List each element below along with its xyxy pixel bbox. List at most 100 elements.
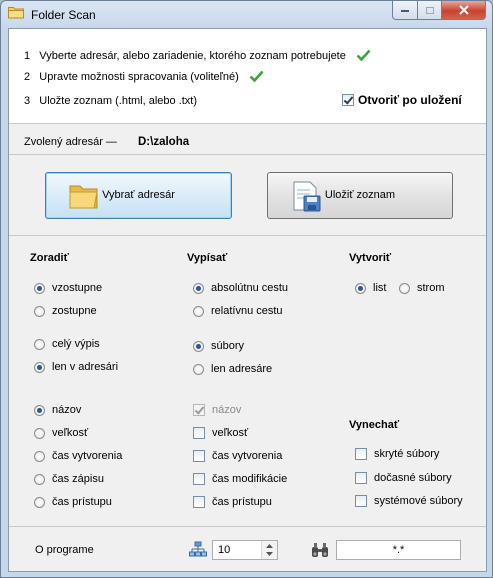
radio-button[interactable] (34, 282, 45, 294)
radio-ascending[interactable]: vzostupne (34, 282, 102, 294)
checkbox-label: názov (212, 404, 242, 416)
radio-label: list (373, 282, 387, 294)
checkbox-col-accessed[interactable]: čas prístupu (193, 496, 272, 508)
step-text: Uložte zoznam (.html, alebo .txt) (39, 95, 198, 107)
radio-relative-path[interactable]: relatívnu cestu (193, 305, 283, 317)
checkbox-col-name: názov (193, 404, 241, 416)
step-2: 2 Upravte možnosti spracovania (voliteľn… (24, 71, 239, 83)
checkbox[interactable] (193, 450, 205, 462)
radio-button[interactable] (34, 404, 45, 416)
checkbox-label: systémové súbory (374, 495, 463, 507)
step-text: Upravte možnosti spracovania (voliteľné) (39, 71, 239, 83)
selected-directory: Zvolený adresár — D:\zaloha (24, 136, 189, 148)
step-1: 1 Vyberte adresár, alebo zariadenie, kto… (24, 50, 346, 62)
step-number: 2 (24, 71, 31, 83)
radio-label: celý výpis (52, 338, 100, 350)
step-3: 3 Uložte zoznam (.html, alebo .txt) (24, 95, 197, 107)
radio-label: strom (417, 282, 445, 294)
checkbox-hidden-files[interactable]: skryté súbory (355, 448, 439, 460)
radio-only-directories[interactable]: len adresáre (193, 363, 272, 375)
checkbox[interactable] (355, 472, 367, 484)
radio-label: súbory (211, 340, 245, 352)
step-text: Vyberte adresár, alebo zariadenie, ktoré… (39, 50, 346, 62)
radio-sort-written[interactable]: čas zápisu (34, 473, 104, 485)
radio-full-listing[interactable]: celý výpis (34, 338, 100, 350)
radio-tree[interactable]: strom (399, 282, 445, 294)
radio-sort-accessed[interactable]: čas prístupu (34, 496, 112, 508)
radio-button[interactable] (34, 473, 45, 485)
app-window: Folder Scan 1 Vyberte adresár, alebo zar… (0, 0, 493, 578)
select-directory-button[interactable]: Vybrať adresár (45, 172, 232, 219)
directory-label: Zvolený adresár — (24, 136, 117, 148)
checkbox[interactable] (355, 495, 367, 507)
radio-descending[interactable]: zostupne (34, 305, 97, 317)
radio-sort-name[interactable]: názov (34, 404, 81, 416)
button-label: Vybrať adresár (102, 189, 175, 201)
radio-label: len v adresári (52, 361, 119, 373)
print-header: Vypísať (187, 252, 228, 264)
checkbox[interactable] (193, 427, 205, 439)
radio-button[interactable] (355, 282, 366, 294)
radio-button[interactable] (193, 282, 204, 294)
save-list-button[interactable]: Uložiť zoznam (267, 172, 453, 219)
checkbox-col-modified[interactable]: čas modifikácie (193, 473, 287, 485)
depth-spinner[interactable]: 10 (212, 540, 278, 560)
main-panel: 1 Vyberte adresár, alebo zariadenie, kto… (8, 28, 487, 572)
radio-label: len adresáre (211, 363, 273, 375)
chevron-up-icon[interactable] (266, 544, 273, 548)
checkbox[interactable] (355, 448, 367, 460)
close-button[interactable] (442, 1, 486, 20)
radio-label: vzostupne (52, 282, 103, 294)
step-number: 1 (24, 50, 31, 62)
maximize-button[interactable] (418, 1, 442, 20)
depth-value[interactable]: 10 (218, 544, 230, 556)
footer-bar: O programe 10 *.* (9, 527, 486, 571)
radio-label: čas vytvorenia (52, 450, 123, 462)
radio-button[interactable] (193, 363, 204, 375)
radio-button[interactable] (34, 305, 45, 317)
open-after-save-checkbox[interactable]: Otvoriť po uložení (342, 93, 462, 107)
checkbox-system-files[interactable]: systémové súbory (355, 495, 463, 507)
radio-button[interactable] (34, 427, 45, 439)
radio-label: čas prístupu (52, 496, 112, 508)
title-bar[interactable]: Folder Scan (1, 1, 492, 27)
radio-only-in-directory[interactable]: len v adresári (34, 361, 118, 373)
radio-sort-size[interactable]: veľkosť (34, 427, 88, 439)
button-label: Uložiť zoznam (324, 189, 396, 201)
checkbox[interactable] (193, 496, 205, 508)
radio-button[interactable] (34, 361, 45, 373)
checkbox (193, 404, 205, 416)
radio-button[interactable] (193, 340, 204, 352)
radio-list[interactable]: list (355, 282, 386, 294)
radio-button[interactable] (399, 282, 410, 294)
radio-button[interactable] (34, 338, 45, 350)
radio-label: názov (52, 404, 82, 416)
about-link[interactable]: O programe (35, 544, 94, 556)
radio-button[interactable] (34, 450, 45, 462)
checkbox[interactable] (342, 94, 354, 106)
checkbox-col-created[interactable]: čas vytvorenia (193, 450, 282, 462)
skip-header: Vynechať (349, 419, 400, 431)
file-filter-input[interactable]: *.* (336, 540, 461, 560)
checkbox-label: čas vytvorenia (212, 450, 283, 462)
radio-absolute-path[interactable]: absolútnu cestu (193, 282, 288, 294)
sort-header: Zoradiť (30, 252, 69, 264)
spinner-arrows[interactable] (261, 541, 277, 559)
tree-depth-icon (189, 541, 207, 557)
radio-button[interactable] (34, 496, 45, 508)
step-number: 3 (24, 95, 31, 107)
divider (9, 123, 486, 124)
radio-button[interactable] (193, 305, 204, 317)
radio-label: zostupne (52, 305, 97, 317)
minimize-icon (401, 10, 409, 12)
radio-files[interactable]: súbory (193, 340, 244, 352)
radio-sort-created[interactable]: čas vytvorenia (34, 450, 122, 462)
divider (9, 235, 486, 236)
minimize-button[interactable] (392, 1, 418, 20)
steps-panel: 1 Vyberte adresár, alebo zariadenie, kto… (9, 29, 486, 123)
chevron-down-icon[interactable] (266, 552, 273, 556)
radio-label: veľkosť (52, 427, 89, 439)
checkbox[interactable] (193, 473, 205, 485)
checkbox-col-size[interactable]: veľkosť (193, 427, 248, 439)
checkbox-temp-files[interactable]: dočasné súbory (355, 472, 452, 484)
